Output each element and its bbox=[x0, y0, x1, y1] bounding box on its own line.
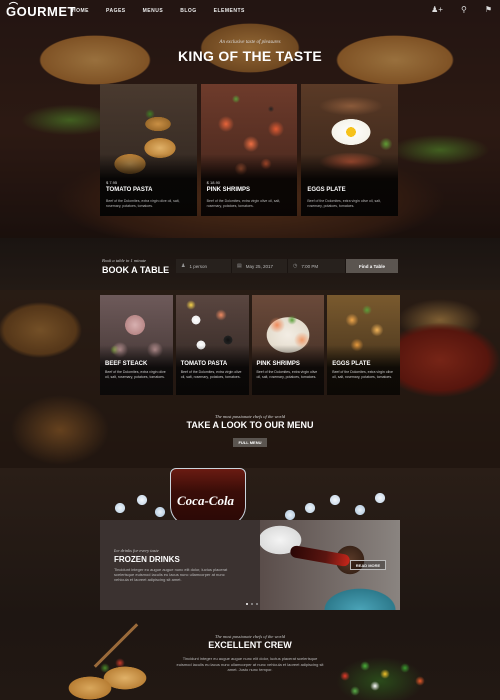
cola-glass-image: Coca-Cola bbox=[170, 468, 246, 526]
menu-item-home[interactable]: HOME bbox=[72, 8, 89, 14]
search-icon[interactable]: ⚲ bbox=[461, 5, 467, 14]
person-value: 1 person bbox=[189, 263, 207, 269]
hero-cards: $ 7.95 TOMATO PASTA Beef of the Dolomite… bbox=[100, 84, 399, 218]
drink-subtitle: Ice drinks for every taste bbox=[114, 548, 159, 553]
menu-card[interactable]: BEEF STEACK Beef of the Dolomites, extra… bbox=[100, 295, 173, 395]
dish-desc: Beef of the Dolomites, extra virgin oliv… bbox=[106, 199, 180, 208]
menu-card[interactable]: TOMATO PASTA Beef of the Dolomites, extr… bbox=[175, 295, 249, 395]
dish-name: EGGS PLATE bbox=[332, 361, 371, 367]
date-picker[interactable]: ▤ May 25, 2017 bbox=[232, 259, 288, 273]
find-table-button[interactable]: Find a Table bbox=[346, 259, 398, 273]
dish-name: TOMATO PASTA bbox=[106, 187, 153, 193]
dish-desc: Beef of the Dolomites, extra virgin oliv… bbox=[180, 370, 242, 379]
dish-name: PINK SHRIMPS bbox=[206, 187, 251, 193]
crew-section: The most passionate chefs of the world E… bbox=[0, 618, 500, 700]
crew-subtitle: The most passionate chefs of the world bbox=[215, 634, 285, 639]
dish-name: BEEF STEACK bbox=[105, 361, 148, 367]
crew-title: EXCELLENT CREW bbox=[208, 640, 292, 650]
salad-image bbox=[325, 646, 435, 700]
full-menu-button[interactable]: FULL MENU bbox=[233, 438, 267, 447]
dish-name: EGGS PLATE bbox=[307, 187, 346, 193]
slider-dot[interactable] bbox=[246, 603, 248, 605]
booking-subtitle: Book a table in 1 minute bbox=[102, 258, 147, 263]
drink-title: FROZEN DRINKS bbox=[114, 555, 180, 564]
slider-dot[interactable] bbox=[251, 603, 253, 605]
dish-desc: Beef of the Dolomites, extra virgin oliv… bbox=[206, 199, 281, 208]
person-select[interactable]: ♟ 1 person bbox=[176, 259, 232, 273]
flag-icon[interactable]: ⚑ bbox=[485, 5, 492, 14]
clock-icon: ◷ bbox=[293, 263, 298, 269]
top-nav: ⌒ GOURMET HOME PAGES MENUS BLOG ELEMENTS … bbox=[0, 0, 500, 22]
slider-dot[interactable] bbox=[256, 603, 258, 605]
nav-icons: ♟+ ⚲ ⚑ bbox=[431, 5, 492, 14]
time-picker[interactable]: ◷ 7:00 PM bbox=[288, 259, 346, 273]
menu-item-elements[interactable]: ELEMENTS bbox=[214, 8, 245, 14]
hero-title: KING OF THE TASTE bbox=[177, 48, 323, 64]
drink-slide: Ice drinks for every taste FROZEN DRINKS… bbox=[100, 520, 400, 610]
dish-desc: Beef of the Dolomites, extra virgin oliv… bbox=[256, 370, 318, 379]
user-plus-icon[interactable]: ♟+ bbox=[431, 5, 443, 14]
glass-logo: Coca-Cola bbox=[177, 493, 235, 508]
dish-card[interactable]: EGGS PLATE Beef of the Dolomites, extra … bbox=[301, 84, 399, 216]
dish-name: PINK SHRIMPS bbox=[256, 361, 300, 367]
menu-subtitle: The most passionate chefs of the world bbox=[215, 414, 285, 419]
booking-section: Book a table in 1 minute BOOK A TABLE ♟ 1… bbox=[0, 238, 500, 290]
main-menu: HOME PAGES MENUS BLOG ELEMENTS bbox=[72, 8, 262, 14]
booking-title: BOOK A TABLE bbox=[102, 265, 170, 275]
menu-card[interactable]: EGGS PLATE Beef of the Dolomites, extra … bbox=[327, 295, 400, 395]
dish-card[interactable]: $ 7.95 TOMATO PASTA Beef of the Dolomite… bbox=[100, 84, 197, 216]
user-icon: ♟ bbox=[181, 263, 186, 269]
dish-desc: Beef of the Dolomites, extra virgin oliv… bbox=[332, 370, 393, 379]
menu-item-menus[interactable]: MENUS bbox=[143, 8, 164, 14]
dish-price: $ 18.90 bbox=[206, 180, 221, 185]
date-value: May 25, 2017 bbox=[245, 263, 274, 269]
menu-title: TAKE A LOOK TO OUR MENU bbox=[186, 420, 314, 430]
drinks-section: Coca-Cola Ice drinks for every taste FRO… bbox=[0, 468, 500, 618]
drink-desc: Tincidunt integer eu augue augue nunc el… bbox=[114, 567, 228, 582]
menu-card[interactable]: PINK SHRIMPS Beef of the Dolomites, extr… bbox=[251, 295, 325, 395]
slider-dots bbox=[246, 603, 258, 605]
dish-price: $ 7.95 bbox=[106, 180, 118, 185]
calendar-icon: ▤ bbox=[237, 263, 242, 269]
dish-name: TOMATO PASTA bbox=[180, 361, 228, 367]
read-more-button[interactable]: READ MORE bbox=[350, 560, 386, 570]
menu-item-blog[interactable]: BLOG bbox=[180, 8, 196, 14]
dish-desc: Beef of the Dolomites, extra virgin oliv… bbox=[105, 370, 166, 379]
ice-cubes-image bbox=[100, 480, 400, 524]
crew-desc: Tincidunt integer eu augue augue nunc el… bbox=[176, 656, 324, 672]
time-value: 7:00 PM bbox=[301, 263, 319, 269]
menu-item-pages[interactable]: PAGES bbox=[106, 8, 126, 14]
chef-hat-icon: ⌒ bbox=[9, 2, 19, 12]
hero-subtitle: An exclusive taste of pleasures bbox=[219, 40, 281, 45]
dish-desc: Beef of the Dolomites, extra virgin oliv… bbox=[307, 199, 381, 208]
menu-cards: BEEF STEACK Beef of the Dolomites, extra… bbox=[100, 295, 400, 395]
menu-section: BEEF STEACK Beef of the Dolomites, extra… bbox=[0, 290, 500, 468]
dish-card[interactable]: $ 18.90 PINK SHRIMPS Beef of the Dolomit… bbox=[200, 84, 298, 216]
logo[interactable]: ⌒ GOURMET bbox=[6, 2, 76, 19]
